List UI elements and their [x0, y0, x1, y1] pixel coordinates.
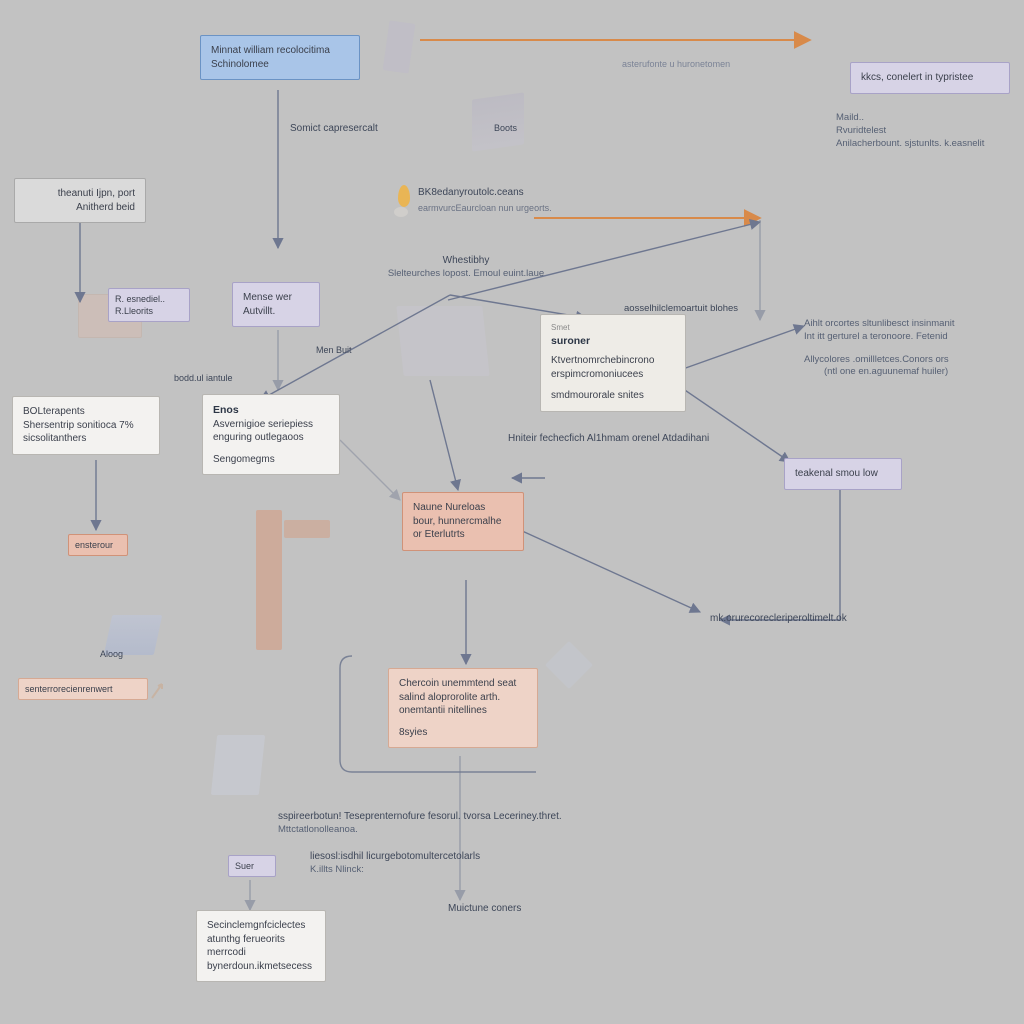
label-rb-l3: Allycolores .omillletces.Conors ors	[804, 354, 1014, 367]
node-midleft-lav: Mense wer Autvillt.	[232, 282, 320, 327]
node-blw-l3: merrcodi	[207, 946, 315, 960]
label-rb-l1: Aihlt orcortes sltunlibesct insinmanit	[804, 318, 1014, 331]
node-ml-l2: Autvillt.	[243, 305, 309, 319]
node-blw-l2: atunthg ferueorits	[207, 933, 315, 947]
label-bottom3: Muictune coners	[448, 902, 521, 916]
node-top-blue-line2: Schinolomee	[211, 58, 349, 72]
node-tl-grey-l2: Anitherd beid	[25, 201, 135, 215]
label-top-right: Maild.. Rvuridtelest Anilacherbount. sjs…	[836, 112, 1024, 150]
node-cp-l2: bour, hunnercmalhe	[413, 515, 513, 529]
node-bl-lav: Suer	[228, 855, 276, 877]
label-tr-l2: Rvuridtelest	[836, 125, 1024, 138]
node-center-peach: Naune Nureloas bour, hunnercmalhe or Ete…	[402, 492, 524, 551]
label-right-block: Aihlt orcortes sltunlibesct insinmanit I…	[804, 318, 1014, 379]
node-mls-l1: R. esnediel..	[115, 293, 183, 305]
node-blw-l1: Secinclemgnfciclectes	[207, 919, 315, 933]
node-left-white: BOLterapents Shersentrip sonitioca 7% si…	[12, 396, 160, 455]
node-lmw-l1: Asvernigioe seriepiess	[213, 418, 329, 432]
node-mls-l2: R.Lleorits	[115, 305, 183, 317]
node-bp-l2: salind aloprorolite arth.	[399, 691, 527, 705]
icon-arrow-orange	[150, 680, 166, 705]
label-pin2: earmvurcEaurcloan nun urgeorts.	[418, 202, 552, 214]
label-center-below: Hniteir fechecfich Al1hmam orenel Atdadi…	[508, 432, 709, 446]
label-ca-l2: Slelteurches lopost. Emoul euint.laue	[356, 268, 576, 281]
node-topright-lav: kkcs, conelert in typristee	[850, 62, 1010, 94]
diagram-canvas: Minnat william recolocitima Schinolomee …	[0, 0, 1024, 1024]
node-rl-l1: teakenal smou low	[795, 467, 891, 481]
node-bp-l1: Chercoin unemmtend seat	[399, 677, 527, 691]
ghost-blur-8	[396, 306, 489, 376]
label-ca-l1: Whestibhy	[443, 255, 490, 266]
label-l1: Somict capresercalt	[290, 122, 378, 136]
node-bl-tiny2: senterrorecienrenwert	[18, 678, 148, 700]
ghost-blur-4b	[284, 520, 330, 538]
node-bl-white: Secinclemgnfciclectes atunthg ferueorits…	[196, 910, 326, 982]
node-cc-l2: erspimcromoniucees	[551, 368, 675, 382]
node-cc-tag: Smet	[551, 323, 675, 334]
label-left-tiny: bodd.ul iantule	[174, 372, 233, 384]
node-midleft-lav-small: R. esnediel.. R.Lleorits	[108, 288, 190, 322]
label-rb-l2: Int itt gerturel a teronoore. Fetenid	[804, 331, 1014, 344]
node-bottom-peach: Chercoin unemmtend seat salind aloprorol…	[388, 668, 538, 748]
node-cp-l1: Naune Nureloas	[413, 501, 513, 515]
ghost-blur-7	[545, 641, 593, 689]
node-bp-l4: 8syies	[399, 726, 527, 740]
label-b1-l1: sspireerbotun! Teseprenternofure fesorul…	[278, 811, 562, 822]
label-b2-l2: K.illts Nlinck:	[310, 864, 710, 877]
ghost-ball	[394, 207, 408, 217]
label-top-arrow-sub: asterufonte u huronetomen	[622, 58, 730, 70]
node-trl-l1: kkcs, conelert in typristee	[861, 71, 999, 85]
label-books: Boots	[494, 122, 517, 134]
label-b2-l1: liesosl:isdhil licurgebotomultercetolarl…	[310, 851, 480, 862]
label-pin1: BK8edanyroutolc.ceans	[418, 186, 524, 200]
node-ml-l1: Mense wer	[243, 291, 309, 305]
node-lw-l2: sicsolitanthers	[23, 432, 149, 446]
label-left-tiny2: Men Buit	[316, 344, 352, 356]
ghost-pin	[398, 185, 410, 207]
node-cc-l1: Ktvertnomrchebincrono	[551, 354, 675, 368]
node-tl-grey: theanuti Ijpn, port Anitherd beid	[14, 178, 146, 223]
node-lmw-t: Enos	[213, 404, 239, 416]
node-lw-l1: Shersentrip sonitioca 7%	[23, 419, 149, 433]
node-bllav-l1: Suer	[235, 860, 269, 872]
node-lmw-l3: Sengomegms	[213, 453, 329, 467]
label-hook: aosselhilclemoartuit blohes	[624, 303, 738, 316]
node-bp-l3: onemtantii nitellines	[399, 704, 527, 718]
node-lw-t: BOLterapents	[23, 405, 149, 419]
label-center-above: Whestibhy Slelteurches lopost. Emoul eui…	[356, 254, 576, 280]
node-right-lav: teakenal smou low	[784, 458, 902, 490]
ghost-blur-4	[256, 510, 282, 650]
label-b1-l2: Mttctatlonolleanoa.	[278, 824, 778, 837]
node-top-blue-line1: Minnat william recolocitima	[211, 44, 349, 58]
node-center-card: Smet suroner Ktvertnomrchebincrono erspi…	[540, 314, 686, 412]
node-lmw-l2: enguring outlegaoos	[213, 431, 329, 445]
label-bottom1: sspireerbotun! Teseprenternofure fesorul…	[278, 810, 778, 836]
node-cc-title: suroner	[551, 335, 590, 347]
label-mid-small: Aloog	[100, 648, 123, 660]
label-rb-l4: (ntl one en.aguunemaf huiler)	[804, 366, 1014, 379]
label-bottom2: liesosl:isdhil licurgebotomultercetolarl…	[310, 850, 710, 876]
ghost-blur-2	[383, 20, 416, 73]
label-tr-l3: Anilacherbount. sjstunlts. k.easnelit	[836, 138, 1024, 151]
node-tl-grey-l1: theanuti Ijpn, port	[25, 187, 135, 201]
node-bl-tiny: ensterour	[68, 534, 128, 556]
node-blt2-l1: senterrorecienrenwert	[25, 683, 141, 695]
label-right-down: mk.orurecorecleriperoltimelt.ok	[710, 612, 847, 626]
ghost-blur-6	[211, 735, 265, 795]
node-cp-l3: or Eterlutrts	[413, 528, 513, 542]
node-blt-l1: ensterour	[75, 539, 121, 551]
node-left-mid-white: Enos Asvernigioe seriepiess enguring out…	[202, 394, 340, 475]
node-top-blue: Minnat william recolocitima Schinolomee	[200, 35, 360, 80]
label-tr-l1: Maild..	[836, 112, 1024, 125]
node-blw-l4: bynerdoun.ikmetsecess	[207, 960, 315, 974]
node-cc-l3: smdmourorale snites	[551, 389, 675, 403]
